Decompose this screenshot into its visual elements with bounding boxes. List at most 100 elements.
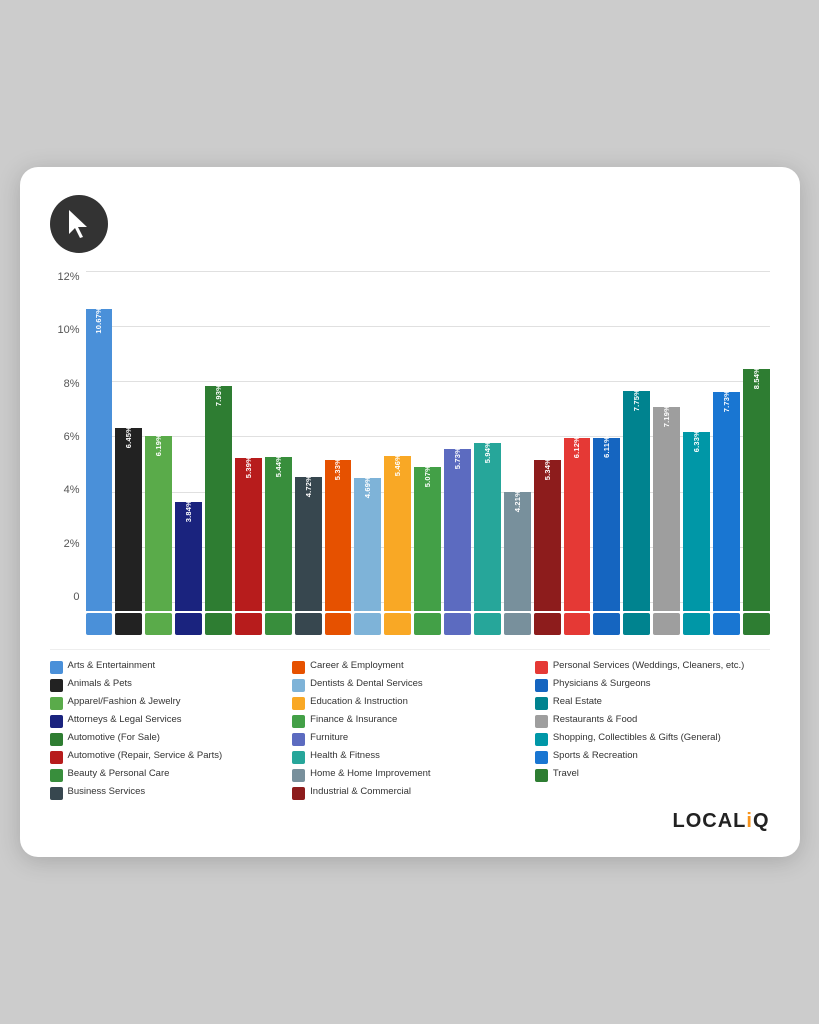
bar-wrapper: 3.84% — [175, 271, 202, 611]
legend-swatch — [50, 769, 63, 782]
legend-swatch — [50, 733, 63, 746]
bar-value: 4.21% — [513, 490, 522, 515]
bar-wrapper: 7.73% — [713, 271, 740, 611]
legend-item: Real Estate — [535, 696, 770, 710]
legend-item: Home & Home Improvement — [292, 768, 527, 782]
legend-label: Industrial & Commercial — [310, 786, 411, 798]
x-icon — [325, 613, 352, 635]
legend-swatch — [50, 661, 63, 674]
legend-label: Apparel/Fashion & Jewelry — [68, 696, 181, 708]
chart-inner: 10.67%6.45%6.19%3.84%7.93%5.39%5.44%4.72… — [86, 271, 770, 635]
bar-wrapper: 4.72% — [295, 271, 322, 611]
legend-label: Finance & Insurance — [310, 714, 397, 726]
legend-label: Home & Home Improvement — [310, 768, 430, 780]
bar-wrapper: 10.67% — [86, 271, 113, 611]
bar-wrapper: 6.11% — [593, 271, 620, 611]
legend-label: Education & Instruction — [310, 696, 408, 708]
bar-value: 10.67% — [94, 307, 103, 337]
y-label-6: 6% — [64, 431, 80, 443]
x-icon — [743, 613, 770, 635]
bar-value: 4.69% — [363, 476, 372, 501]
y-label-0: 0 — [73, 591, 79, 603]
bar-value: 5.07% — [423, 465, 432, 490]
bar: 7.19% — [653, 407, 680, 611]
legend-label: Furniture — [310, 732, 348, 744]
bar: 7.93% — [205, 386, 232, 611]
x-icon — [86, 613, 113, 635]
legend-label: Dentists & Dental Services — [310, 678, 422, 690]
legend-item: Education & Instruction — [292, 696, 527, 710]
header — [50, 195, 770, 253]
bar-wrapper: 5.46% — [384, 271, 411, 611]
legend-item: Restaurants & Food — [535, 714, 770, 728]
bar-value: 3.84% — [184, 500, 193, 525]
legend-swatch — [292, 679, 305, 692]
y-label-10: 10% — [57, 324, 79, 336]
legend: Arts & EntertainmentCareer & EmploymentP… — [50, 649, 770, 800]
bar-wrapper: 7.93% — [205, 271, 232, 611]
legend-swatch — [292, 697, 305, 710]
x-icon — [205, 613, 232, 635]
bar-value: 6.11% — [602, 436, 611, 461]
legend-label: Health & Fitness — [310, 750, 380, 762]
legend-swatch — [535, 679, 548, 692]
legend-swatch — [535, 751, 548, 764]
bar-value: 5.73% — [453, 447, 462, 472]
bar: 5.44% — [265, 457, 292, 611]
bar-wrapper: 7.19% — [653, 271, 680, 611]
y-label-2: 2% — [64, 538, 80, 550]
bar-wrapper: 5.07% — [414, 271, 441, 611]
legend-label: Automotive (Repair, Service & Parts) — [68, 750, 223, 762]
legend-item: Furniture — [292, 732, 527, 746]
x-icon — [295, 613, 322, 635]
legend-item: Sports & Recreation — [535, 750, 770, 764]
bar: 7.73% — [713, 392, 740, 611]
y-label-4: 4% — [64, 484, 80, 496]
bar-wrapper: 5.44% — [265, 271, 292, 611]
bar: 4.69% — [354, 478, 381, 611]
bar-wrapper: 8.54% — [743, 271, 770, 611]
legend-item: Business Services — [50, 786, 285, 800]
bar: 10.67% — [86, 309, 113, 611]
legend-label: Physicians & Surgeons — [553, 678, 651, 690]
x-icons — [86, 613, 770, 635]
bar-value: 7.93% — [214, 384, 223, 409]
legend-swatch — [50, 697, 63, 710]
x-icon — [564, 613, 591, 635]
bar-wrapper: 5.73% — [444, 271, 471, 611]
legend-swatch — [535, 769, 548, 782]
x-icon — [414, 613, 441, 635]
bar-value: 5.94% — [483, 441, 492, 466]
legend-swatch — [292, 715, 305, 728]
legend-item: Animals & Pets — [50, 678, 285, 692]
bars-container: 10.67%6.45%6.19%3.84%7.93%5.39%5.44%4.72… — [86, 271, 770, 611]
bar-wrapper: 4.69% — [354, 271, 381, 611]
main-card: 12% 10% 8% 6% 4% 2% 0 10.67%6.45%6.19%3.… — [20, 167, 800, 857]
bar: 5.33% — [325, 460, 352, 611]
legend-swatch — [292, 787, 305, 800]
bar-value: 7.75% — [632, 389, 641, 414]
legend-swatch — [50, 679, 63, 692]
bar-value: 5.33% — [333, 458, 342, 483]
bar: 4.21% — [504, 492, 531, 611]
legend-swatch — [535, 733, 548, 746]
x-icon — [653, 613, 680, 635]
bar-wrapper: 5.34% — [534, 271, 561, 611]
bar: 6.12% — [564, 438, 591, 611]
x-icon — [683, 613, 710, 635]
bar: 4.72% — [295, 477, 322, 611]
legend-swatch — [50, 715, 63, 728]
bar-wrapper: 6.33% — [683, 271, 710, 611]
x-icon — [444, 613, 471, 635]
legend-item: Health & Fitness — [292, 750, 527, 764]
bar: 5.34% — [534, 460, 561, 611]
footer: LOCALiQ — [50, 810, 770, 833]
chart-area: 12% 10% 8% 6% 4% 2% 0 10.67%6.45%6.19%3.… — [50, 271, 770, 635]
x-icon — [175, 613, 202, 635]
legend-label: Career & Employment — [310, 660, 403, 672]
bar-value: 6.12% — [572, 436, 581, 461]
bar-wrapper: 6.45% — [115, 271, 142, 611]
bar-wrapper: 7.75% — [623, 271, 650, 611]
x-icon — [265, 613, 292, 635]
legend-swatch — [535, 715, 548, 728]
